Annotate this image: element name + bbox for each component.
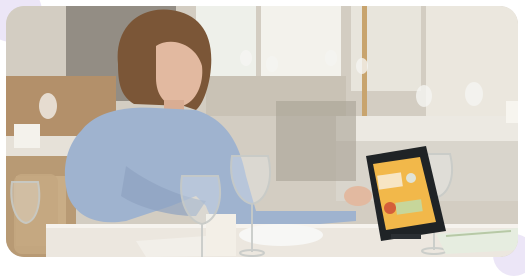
- restaurant-photo: [6, 6, 518, 257]
- image-frame: [0, 0, 525, 276]
- photo-illustration: [6, 6, 518, 257]
